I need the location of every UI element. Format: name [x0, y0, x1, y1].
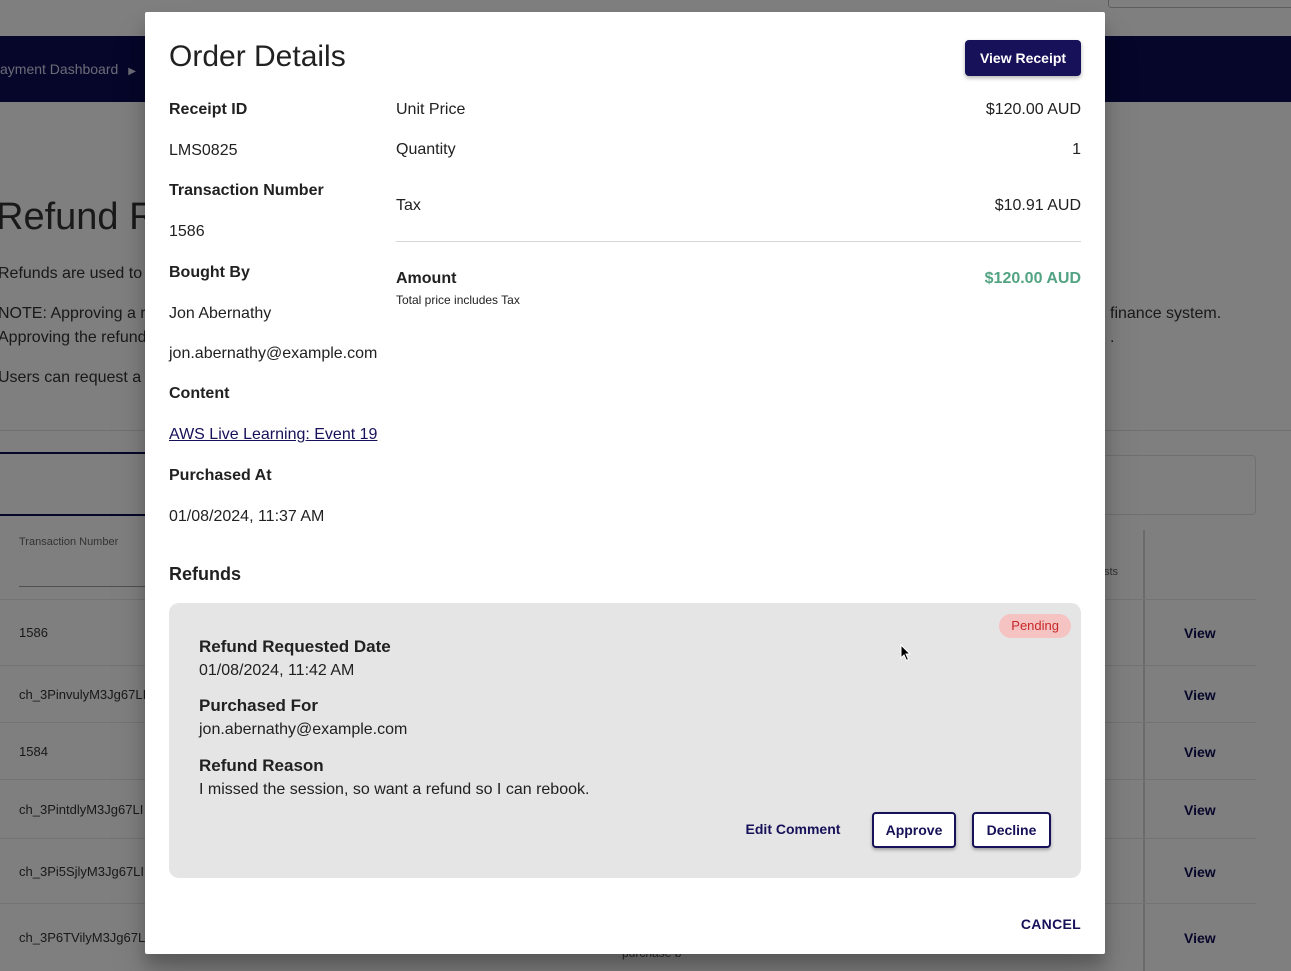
- amount-value: $120.00 AUD: [984, 270, 1081, 287]
- content-label: Content: [169, 385, 230, 402]
- refund-reason-value: I missed the session, so want a refund s…: [199, 781, 590, 798]
- refund-requested-date-label: Refund Requested Date: [199, 637, 391, 656]
- amount-note: Total price includes Tax: [396, 293, 520, 307]
- unit-price-label: Unit Price: [396, 101, 466, 118]
- content-link[interactable]: AWS Live Learning: Event 19: [169, 426, 377, 444]
- transaction-number-value: 1586: [169, 223, 205, 240]
- purchased-for-label: Purchased For: [199, 696, 319, 715]
- mouse-pointer-icon: [900, 644, 912, 662]
- quantity-label: Quantity: [396, 141, 456, 158]
- buyer-email: jon.abernathy@example.com: [169, 345, 378, 362]
- amount-label: Amount: [396, 270, 457, 287]
- dialog-title: Order Details: [169, 40, 346, 73]
- refund-request-card: Pending Refund Requested Date 01/08/2024…: [169, 603, 1081, 878]
- edit-comment-button[interactable]: Edit Comment: [739, 814, 847, 844]
- tax-value: $10.91 AUD: [994, 197, 1081, 214]
- cancel-button[interactable]: CANCEL: [1021, 916, 1081, 932]
- decline-button[interactable]: Decline: [972, 812, 1051, 848]
- pricing-divider: [396, 241, 1081, 242]
- status-badge: Pending: [999, 614, 1071, 638]
- refund-requested-date-value: 01/08/2024, 11:42 AM: [199, 662, 355, 679]
- transaction-number-label: Transaction Number: [169, 182, 324, 199]
- approve-button[interactable]: Approve: [872, 812, 956, 848]
- refunds-heading: Refunds: [169, 564, 241, 584]
- buyer-name: Jon Abernathy: [169, 305, 272, 322]
- tax-label: Tax: [396, 197, 421, 214]
- view-receipt-button[interactable]: View Receipt: [965, 40, 1081, 76]
- purchased-at-label: Purchased At: [169, 467, 272, 484]
- receipt-id-value: LMS0825: [169, 142, 238, 159]
- purchased-for-value: jon.abernathy@example.com: [199, 721, 408, 738]
- unit-price-value: $120.00 AUD: [985, 101, 1081, 118]
- bought-by-label: Bought By: [169, 264, 250, 281]
- quantity-value: 1: [1072, 141, 1081, 158]
- refund-reason-label: Refund Reason: [199, 756, 324, 775]
- purchased-at-value: 01/08/2024, 11:37 AM: [169, 508, 325, 525]
- order-details-dialog: Order Details View Receipt Receipt ID LM…: [145, 12, 1105, 954]
- receipt-id-label: Receipt ID: [169, 101, 248, 118]
